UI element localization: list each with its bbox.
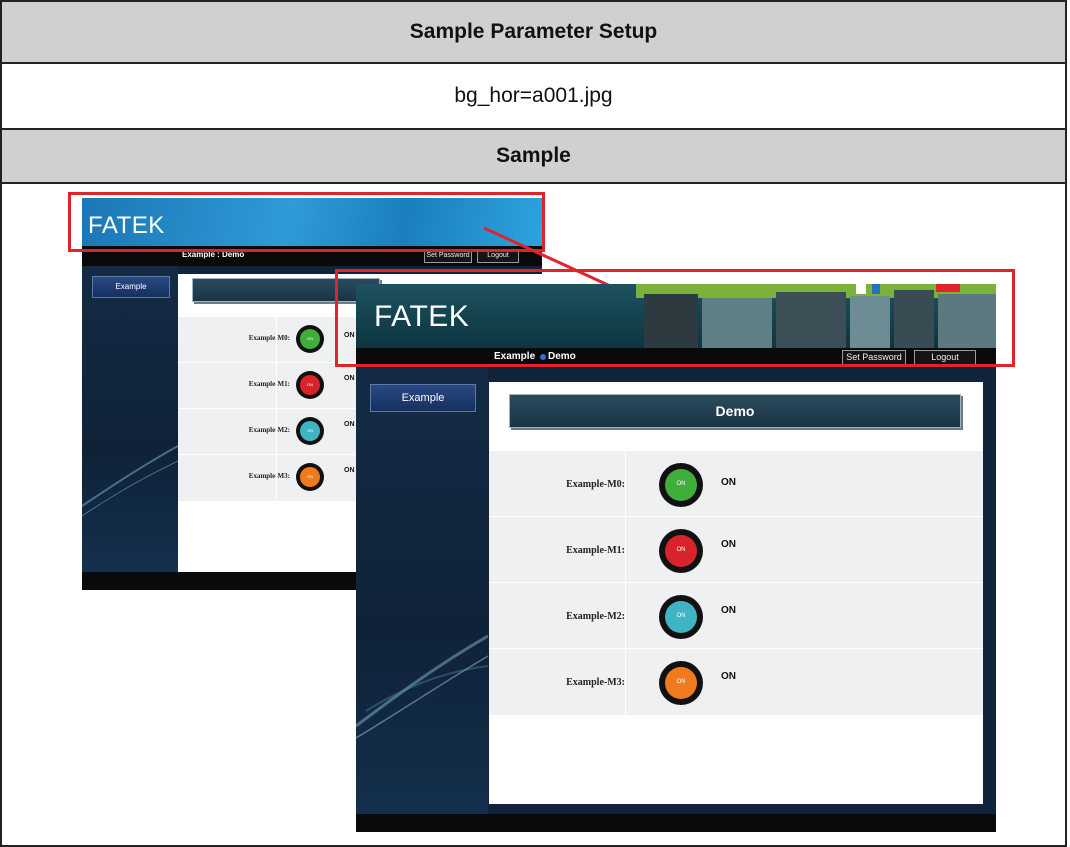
front-demo-title: Demo: [509, 394, 961, 428]
back-lamp-text: ON: [307, 428, 313, 433]
back-row-divider: [276, 317, 277, 363]
front-row-divider: [625, 517, 626, 583]
front-lamp-face: ON: [665, 667, 697, 699]
front-lamp-face: ON: [665, 535, 697, 567]
back-row-state: ON: [344, 375, 355, 382]
front-row-state: ON: [721, 605, 736, 616]
back-lamp-face: ON: [300, 421, 320, 441]
front-row-m2: Example-M2: ON ON: [489, 582, 983, 649]
front-lamp-m1[interactable]: ON: [659, 529, 703, 573]
front-lamp-text: ON: [676, 613, 686, 619]
front-demo-title-text: Demo: [715, 403, 755, 419]
front-row-m0: Example-M0: ON ON: [489, 450, 983, 517]
front-lamp-m0[interactable]: ON: [659, 463, 703, 507]
front-lamp-text: ON: [676, 481, 686, 487]
back-lamp-m1[interactable]: ON: [296, 371, 324, 399]
front-row-state: ON: [721, 477, 736, 488]
back-row-divider: [276, 455, 277, 501]
front-row-state: ON: [721, 539, 736, 550]
front-row-m3: Example-M3: ON ON: [489, 648, 983, 715]
front-lamp-face: ON: [665, 601, 697, 633]
back-lamp-face: ON: [300, 375, 320, 395]
header-row-setup: Sample Parameter Setup: [0, 0, 1067, 64]
back-banner-highlight: [68, 192, 545, 252]
back-lamp-m3[interactable]: ON: [296, 463, 324, 491]
header-sample-title: Sample: [496, 144, 571, 167]
back-lamp-m2[interactable]: ON: [296, 417, 324, 445]
back-row-label: Example-M0:: [248, 334, 290, 342]
back-row-state: ON: [344, 421, 355, 428]
header-setup-title: Sample Parameter Setup: [409, 20, 658, 43]
back-row-label: Example-M2:: [248, 426, 290, 434]
back-lamp-text: ON: [307, 336, 313, 341]
front-lamp-face: ON: [665, 469, 697, 501]
front-row-m1: Example-M1: ON ON: [489, 516, 983, 583]
back-row-label: Example-M1:: [248, 380, 290, 388]
back-row-state: ON: [344, 467, 355, 474]
front-row-label: Example-M2:: [566, 611, 625, 622]
front-row-divider: [625, 451, 626, 517]
front-row-label: Example-M1:: [566, 545, 625, 556]
back-lamp-face: ON: [300, 329, 320, 349]
front-content: Demo Example-M0: ON ON Example-M1: ON ON…: [489, 382, 983, 804]
back-row-divider: [276, 409, 277, 455]
front-side-example-button[interactable]: Example: [370, 384, 476, 412]
back-sidebar: Example: [82, 266, 178, 572]
back-lamp-text: ON: [307, 474, 313, 479]
back-row-divider: [276, 363, 277, 409]
header-row-sample: Sample: [0, 128, 1067, 184]
back-side-example-button[interactable]: Example: [92, 276, 170, 298]
front-lamp-text: ON: [676, 547, 686, 553]
front-row-divider: [625, 649, 626, 715]
front-row-label: Example-M0:: [566, 479, 625, 490]
front-row-state: ON: [721, 671, 736, 682]
back-lamp-face: ON: [300, 467, 320, 487]
front-footer: [356, 814, 996, 832]
param-row: bg_hor=a001.jpg: [0, 64, 1067, 128]
back-lamp-m0[interactable]: ON: [296, 325, 324, 353]
front-row-divider: [625, 583, 626, 649]
back-row-label: Example-M3:: [248, 472, 290, 480]
back-smoke-graphic: [82, 445, 178, 517]
front-lamp-text: ON: [676, 679, 686, 685]
front-row-label: Example-M3:: [566, 677, 625, 688]
front-lamp-m2[interactable]: ON: [659, 595, 703, 639]
front-sidebar: Example: [356, 366, 488, 814]
front-smoke-graphic: [356, 634, 488, 739]
back-lamp-text: ON: [307, 382, 313, 387]
front-lamp-m3[interactable]: ON: [659, 661, 703, 705]
param-value: bg_hor=a001.jpg: [454, 84, 613, 107]
front-banner-highlight: [335, 269, 1015, 367]
